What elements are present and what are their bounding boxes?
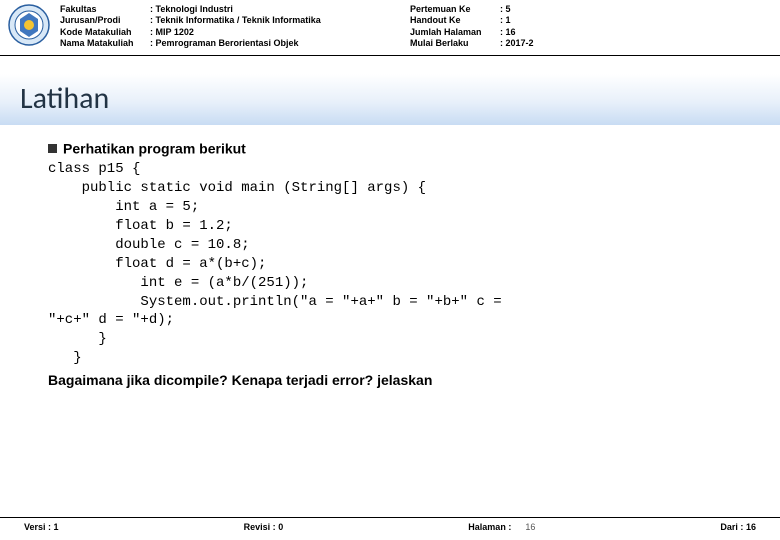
question-text: Bagaimana jika dicompile? Kenapa terjadi…	[48, 372, 742, 388]
header-columns: Fakultas Jurusan/Prodi Kode Matakuliah N…	[60, 4, 772, 49]
hdr-value: : Teknologi Industri	[150, 4, 410, 15]
footer-versi: Versi : 1	[24, 522, 59, 532]
bullet-square-icon	[48, 144, 57, 153]
header: Fakultas Jurusan/Prodi Kode Matakuliah N…	[0, 0, 780, 56]
footer-revisi: Revisi : 0	[244, 522, 284, 532]
hdr-value: : Teknik Informatika / Teknik Informatik…	[150, 15, 410, 26]
hdr-value: : 2017-2	[500, 38, 560, 49]
hdr-value: : 5	[500, 4, 560, 15]
hdr-value: : 16	[500, 27, 560, 38]
hdr-label: Kode Matakuliah	[60, 27, 150, 38]
code-block: class p15 { public static void main (Str…	[48, 160, 742, 368]
section-title-band: Latihan	[0, 74, 780, 125]
hdr-label: Mulai Berlaku	[410, 38, 500, 49]
hdr-label: Handout Ke	[410, 15, 500, 26]
hdr-value: : Pemrograman Berorientasi Objek	[150, 38, 410, 49]
hdr-label: Jurusan/Prodi	[60, 15, 150, 26]
hdr-value: : 1	[500, 15, 560, 26]
content: Perhatikan program berikut class p15 { p…	[0, 139, 780, 388]
hdr-label: Nama Matakuliah	[60, 38, 150, 49]
hdr-label: Jumlah Halaman	[410, 27, 500, 38]
hdr-value: : MIP 1202	[150, 27, 410, 38]
footer: Versi : 1 Revisi : 0 Halaman : 16 Dari :…	[0, 517, 780, 532]
footer-dari: Dari : 16	[720, 522, 756, 532]
hdr-label: Pertemuan Ke	[410, 4, 500, 15]
bullet-text: Perhatikan program berikut	[63, 140, 246, 156]
footer-halaman: Halaman : 16	[468, 522, 535, 532]
bullet-line: Perhatikan program berikut	[48, 139, 742, 156]
institution-logo	[8, 4, 50, 46]
section-title: Latihan	[20, 80, 109, 117]
hdr-label: Fakultas	[60, 4, 150, 15]
